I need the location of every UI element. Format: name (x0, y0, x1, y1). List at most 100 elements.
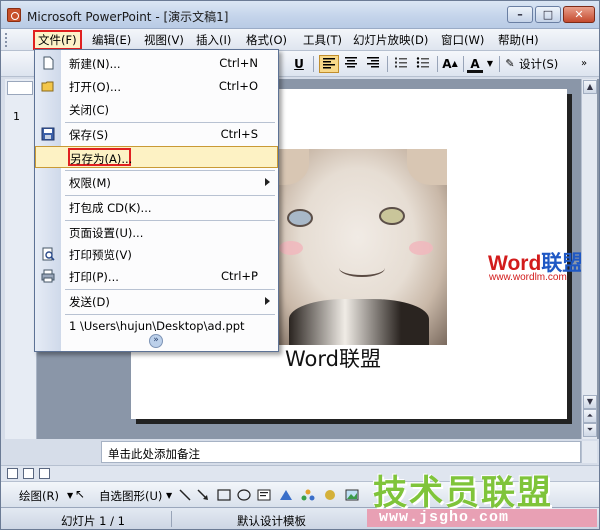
draw-dropdown-icon[interactable]: ▼ (67, 491, 73, 500)
menu-tools[interactable]: 工具(T) (300, 32, 345, 48)
minimize-button[interactable]: – (507, 6, 533, 23)
file-menu-open[interactable]: 打开(O)... Ctrl+O (35, 75, 278, 97)
wordart-tool-icon[interactable] (279, 489, 293, 501)
save-disk-icon (41, 127, 55, 141)
menu-slideshow[interactable]: 幻灯片放映(D) (350, 32, 431, 48)
notes-pane[interactable]: 单击此处添加备注 (101, 441, 581, 463)
drawing-toolbar: 绘图(R) ▼ ↖ 自选图形(U) ▼ (1, 481, 599, 507)
submenu-arrow-icon (265, 178, 270, 186)
menu-grip-handle[interactable] (5, 33, 9, 47)
file-menu-page-setup[interactable]: 页面设置(U)... (35, 221, 278, 243)
align-right-icon (367, 57, 379, 68)
toolbar-options-icon[interactable]: » (577, 55, 591, 73)
file-menu-permission[interactable]: 权限(M) (35, 171, 278, 193)
design-button[interactable]: 设计(S) (519, 55, 558, 73)
file-menu-print-preview[interactable]: 打印预览(V) (35, 243, 278, 265)
file-menu-new[interactable]: 新建(N)... Ctrl+N (35, 52, 278, 74)
file-menu-package-cd[interactable]: 打包成 CD(K)... (35, 196, 278, 218)
menu-format[interactable]: 格式(O) (243, 32, 290, 48)
line-tool-icon[interactable] (179, 489, 191, 501)
slides-pane: 1 (5, 79, 37, 439)
diagram-tool-icon[interactable] (301, 489, 315, 501)
align-center-button[interactable] (341, 55, 361, 73)
file-menu-page-setup-label: 页面设置(U)... (69, 226, 144, 240)
close-icon: ✕ (574, 8, 584, 21)
menu-bar: 文件(F) 编辑(E) 视图(V) 插入(I) 格式(O) 工具(T) 幻灯片放… (1, 29, 599, 51)
printer-icon (41, 269, 55, 283)
insert-picture-icon[interactable] (345, 489, 359, 501)
autoshapes-dropdown-icon[interactable]: ▼ (166, 491, 172, 500)
notes-scrollbar[interactable] (581, 441, 597, 463)
align-center-icon (345, 57, 357, 68)
scroll-down-icon[interactable]: ▼ (583, 395, 597, 409)
open-folder-icon (41, 81, 54, 92)
draw-menu-button[interactable]: 绘图(R) (19, 488, 59, 504)
slide-position-status: 幻灯片 1 / 1 (61, 514, 125, 528)
file-menu-save-label: 保存(S) (69, 128, 109, 142)
powerpoint-app-icon[interactable] (7, 8, 21, 22)
oval-tool-icon[interactable] (237, 489, 251, 501)
font-color-button[interactable]: A (467, 55, 483, 73)
rectangle-tool-icon[interactable] (217, 489, 231, 501)
arrow-tool-icon[interactable] (197, 489, 209, 501)
font-color-dropdown-icon[interactable]: ▼ (485, 55, 495, 73)
previous-slide-icon[interactable]: ⏶ (583, 409, 597, 423)
slide-thumbnail-number[interactable]: 1 (13, 110, 20, 123)
file-menu-save[interactable]: 保存(S) Ctrl+S (35, 123, 278, 145)
menu-window[interactable]: 窗口(W) (438, 32, 487, 48)
file-menu-close-label: 关闭(C) (69, 103, 110, 117)
clip-art-icon[interactable] (323, 489, 337, 501)
menu-help[interactable]: 帮助(H) (495, 32, 542, 48)
slides-tab[interactable] (7, 81, 33, 95)
file-menu-close[interactable]: 关闭(C) (35, 98, 278, 120)
file-menu-new-label: 新建(N)... (69, 57, 121, 71)
next-slide-icon[interactable]: ⏷ (583, 423, 597, 437)
text-box-tool-icon[interactable] (257, 489, 271, 501)
new-doc-icon (43, 56, 54, 70)
cat-blush-left (279, 241, 303, 255)
bullets-button[interactable] (413, 55, 433, 73)
file-menu-package-cd-label: 打包成 CD(K)... (69, 201, 152, 215)
view-buttons-bar (1, 465, 599, 481)
align-left-icon (323, 58, 335, 69)
scroll-up-icon[interactable]: ▲ (583, 80, 597, 94)
select-objects-icon[interactable]: ↖ (75, 487, 85, 501)
numbering-button[interactable] (391, 55, 411, 73)
menu-insert[interactable]: 插入(I) (193, 32, 234, 48)
cat-blush-right (409, 241, 433, 255)
font-grow-arrow-icon: ▲ (451, 59, 458, 68)
align-left-button[interactable] (319, 55, 339, 73)
autoshapes-button[interactable]: 自选图形(U) (99, 488, 162, 504)
menu-view[interactable]: 视图(V) (141, 32, 187, 48)
file-menu-save-as-label: 另存为(A)... (70, 152, 133, 166)
expand-menu-chevron-icon[interactable]: » (149, 334, 163, 348)
slide-sorter-view-icon[interactable] (23, 468, 34, 479)
maximize-button[interactable]: □ (535, 6, 561, 23)
file-menu-recent-file-label: 1 \Users\hujun\Desktop\ad.ppt (69, 319, 245, 333)
minimize-icon: – (517, 8, 523, 21)
menu-file[interactable]: 文件(F) (33, 30, 82, 50)
font-grow-label: A (442, 57, 452, 71)
toolbar-separator (313, 56, 314, 72)
file-menu-send[interactable]: 发送(D) (35, 290, 278, 312)
design-template-status: 默认设计模板 (237, 514, 306, 528)
normal-view-icon[interactable] (7, 468, 18, 479)
maximize-icon: □ (542, 8, 554, 21)
slide-caption-text[interactable]: Word联盟 (285, 343, 381, 373)
file-menu-print[interactable]: 打印(P)... Ctrl+P (35, 265, 278, 287)
vertical-scrollbar[interactable]: ▲ ▼ ⏶ ⏷ (581, 79, 597, 439)
window-title: Microsoft PowerPoint - [演示文稿1] (27, 10, 229, 24)
file-menu-print-preview-label: 打印预览(V) (69, 248, 132, 262)
menu-edit[interactable]: 编辑(E) (89, 32, 134, 48)
align-right-button[interactable] (363, 55, 383, 73)
close-button[interactable]: ✕ (563, 6, 595, 23)
file-menu-send-label: 发送(D) (69, 295, 110, 309)
file-menu-save-as[interactable]: 另存为(A)... (35, 146, 278, 168)
increase-font-button[interactable]: A▲ (441, 55, 459, 73)
cat-body (289, 299, 429, 345)
slide-show-view-icon[interactable] (39, 468, 50, 479)
submenu-arrow-icon (265, 297, 270, 305)
cat-picture[interactable] (269, 149, 447, 345)
underline-button[interactable]: U (291, 55, 307, 73)
word-league-url-watermark: www.wordlm.com (489, 272, 567, 283)
